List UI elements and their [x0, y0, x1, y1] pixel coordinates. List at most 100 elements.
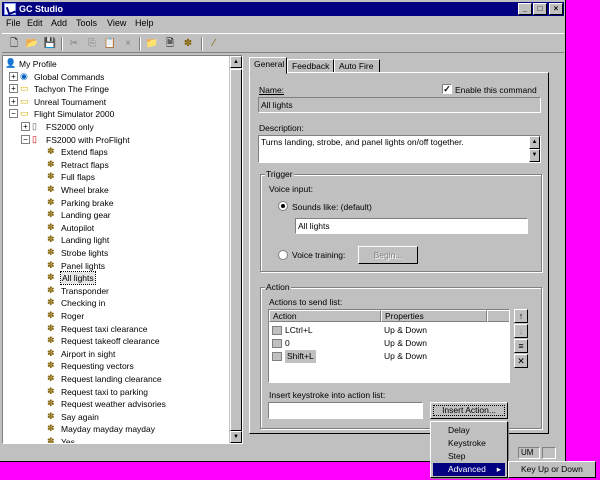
tree-item-label: Roger — [61, 311, 85, 321]
description-label: Description: — [259, 123, 304, 133]
wand-icon[interactable]: ⁄ — [207, 37, 221, 51]
insert-keystroke-label: Insert keystroke into action list: — [269, 390, 386, 400]
new-folder-icon[interactable]: 📁 — [145, 37, 159, 51]
action-row[interactable]: Shift+L Up & Down — [269, 350, 509, 363]
delete-icon[interactable]: × — [121, 37, 135, 51]
general-panel: Name: ✓ Enable this command All lights D… — [249, 72, 549, 434]
globe-icon: ◉ — [20, 70, 28, 81]
cut-icon[interactable]: ✂ — [67, 37, 81, 51]
menu-file[interactable]: File — [6, 17, 21, 30]
voice-training-radio[interactable] — [278, 250, 288, 260]
menu-add[interactable]: Add — [51, 17, 67, 30]
command-icon: ✽ — [47, 146, 55, 157]
toolbar-separator — [139, 37, 141, 51]
action-row[interactable]: LCtrl+L Up & Down — [269, 324, 509, 337]
description-text: Turns landing, strobe, and panel lights … — [261, 137, 464, 147]
expand-toggle-icon[interactable]: + — [9, 96, 18, 106]
folder-icon: ▭ — [20, 83, 29, 94]
menu-key-up-or-down[interactable]: Key Up or Down — [511, 463, 593, 476]
action-row[interactable]: 0 Up & Down — [269, 337, 509, 350]
command-icon: ✽ — [47, 209, 55, 220]
desc-scroll-up[interactable]: ▲ — [529, 136, 540, 149]
tree-item-label: Request landing clearance — [61, 374, 162, 384]
folder-icon: ▭ — [20, 95, 29, 106]
menu-view[interactable]: View — [107, 17, 126, 30]
expand-toggle-icon[interactable]: − — [21, 134, 30, 144]
tab-auto-fire[interactable]: Auto Fire — [334, 59, 380, 73]
title-bar[interactable]: GC Studio _ □ × — [2, 2, 564, 16]
maximize-button[interactable]: □ — [533, 3, 547, 15]
command-icon: ✽ — [47, 297, 55, 308]
scroll-down-button[interactable]: ▼ — [230, 431, 242, 443]
save-icon[interactable]: 💾 — [43, 37, 57, 51]
tab-general[interactable]: General — [249, 57, 287, 74]
tab-feedback[interactable]: Feedback — [287, 59, 334, 73]
name-field[interactable]: All lights — [258, 97, 541, 113]
tree-item-label: Yes — [61, 437, 75, 444]
menu-help[interactable]: Help — [135, 17, 154, 30]
command-icon: ✽ — [47, 347, 55, 358]
voice-input-label: Voice input: — [269, 184, 313, 194]
move-down-icon[interactable]: ↓ — [514, 324, 528, 338]
tree-item-label: All lights — [60, 271, 96, 286]
command-icon: ✽ — [47, 360, 55, 371]
sounds-like-radio[interactable] — [278, 201, 288, 211]
desc-scroll-down[interactable]: ▼ — [529, 149, 540, 162]
tree-item-label: Landing light — [61, 235, 110, 246]
expand-toggle-icon[interactable]: + — [9, 84, 18, 94]
tree-item-label: FS2000 only — [46, 122, 94, 132]
app-icon[interactable] — [4, 3, 16, 15]
description-field[interactable]: Turns landing, strobe, and panel lights … — [258, 135, 541, 163]
menu-advanced[interactable]: Advanced ▸ — [433, 463, 505, 476]
menu-keystroke[interactable]: Keystroke — [433, 437, 505, 450]
close-button[interactable]: × — [549, 3, 563, 15]
properties-icon[interactable]: ≡ — [514, 339, 528, 353]
new-command-icon[interactable]: 🗎 — [163, 37, 177, 51]
toolbar-separator — [61, 37, 63, 51]
begin-training-button[interactable]: Begin... — [358, 246, 418, 264]
tree-item-label: Request taxi clearance — [61, 323, 148, 334]
new-icon[interactable]: 🗋 — [7, 37, 21, 51]
menu-step[interactable]: Step — [433, 450, 505, 463]
insert-action-button[interactable]: Insert Action... — [430, 402, 508, 419]
paste-icon[interactable]: 📋 — [103, 37, 117, 51]
command-icon: ✽ — [47, 158, 55, 169]
delete-action-icon[interactable]: ✕ — [514, 354, 528, 368]
command-icon: ✽ — [47, 423, 55, 434]
menu-delay[interactable]: Delay — [433, 424, 505, 437]
menu-edit[interactable]: Edit — [27, 17, 43, 30]
scroll-thumb[interactable] — [230, 69, 242, 431]
command-icon: ✽ — [47, 436, 55, 444]
actions-list-label: Actions to send list: — [269, 297, 343, 307]
menu-tools[interactable]: Tools — [76, 17, 97, 30]
menu-bar: File Edit Add Tools View Help — [2, 16, 564, 32]
tree-item-label: Requesting vectors — [61, 361, 134, 372]
tree-item-label: Full flaps — [61, 172, 96, 183]
sounds-like-field[interactable]: All lights — [295, 218, 528, 234]
tree-item-label: Retract flaps — [61, 159, 109, 170]
sounds-like-label: Sounds like: (default) — [292, 202, 372, 212]
expand-toggle-icon[interactable]: + — [21, 122, 30, 131]
command-add-icon[interactable]: ✽ — [181, 37, 195, 51]
insert-keystroke-field[interactable] — [268, 402, 423, 419]
copy-icon[interactable]: ⎘ — [85, 37, 99, 51]
document-red-icon: ▯ — [32, 133, 37, 144]
profile-tree[interactable]: 👤 My Profile + ◉ Global Commands + ▭ Tachyon Th… — [2, 55, 243, 444]
document-icon: ▯ — [32, 121, 37, 131]
num-lock-indicator: UM — [518, 447, 540, 459]
enable-checkbox[interactable]: ✓ — [442, 84, 452, 94]
keystroke-icon — [272, 326, 282, 335]
move-up-icon[interactable]: ↑ — [514, 309, 528, 323]
column-filler — [487, 310, 509, 322]
column-action[interactable]: Action — [269, 310, 381, 322]
minimize-button[interactable]: _ — [518, 3, 532, 15]
expand-toggle-icon[interactable]: + — [9, 71, 18, 81]
open-icon[interactable]: 📂 — [25, 37, 39, 51]
tree-item-label: Transponder — [61, 285, 109, 296]
expand-toggle-icon[interactable]: − — [9, 109, 18, 119]
column-properties[interactable]: Properties — [381, 310, 487, 322]
tree-item-label: Tachyon The Fringe — [34, 84, 109, 95]
scroll-up-button[interactable]: ▲ — [230, 56, 242, 68]
tree-scrollbar[interactable]: ▲ ▼ — [229, 56, 242, 443]
actions-list[interactable]: Action Properties LCtrl+L Up & Down 0 Up & … — [268, 309, 510, 383]
